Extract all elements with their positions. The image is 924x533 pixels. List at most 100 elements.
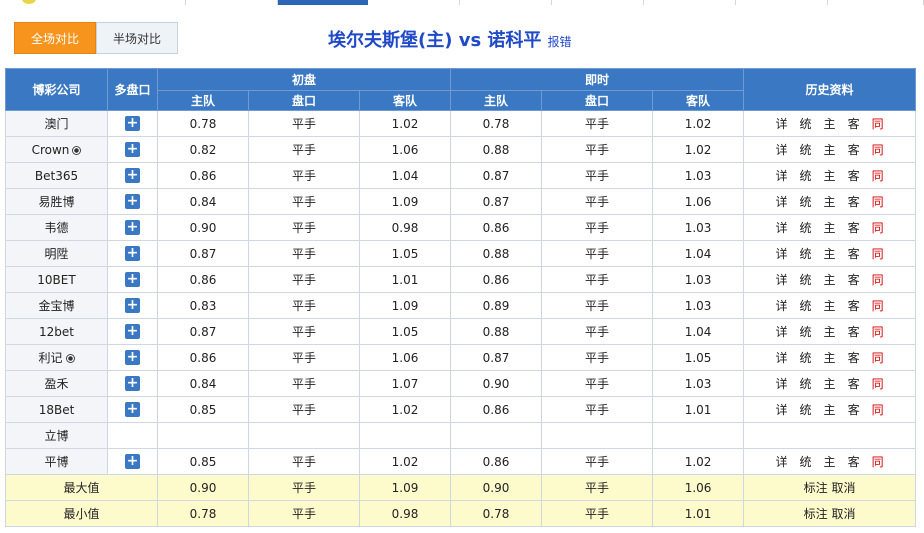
detail-link[interactable]: 详 [776, 193, 788, 210]
plus-icon[interactable]: + [125, 116, 140, 131]
company-cell[interactable]: 12bet [5, 318, 108, 345]
away-link[interactable]: 客 [848, 297, 860, 314]
plus-icon[interactable]: + [125, 350, 140, 365]
same-link[interactable]: 同 [872, 453, 884, 470]
detail-link[interactable]: 详 [776, 167, 788, 184]
same-link[interactable]: 同 [872, 193, 884, 210]
tab-half-match[interactable]: 半场对比 [96, 22, 178, 54]
detail-link[interactable]: 详 [776, 297, 788, 314]
company-cell[interactable]: 平博 [5, 448, 108, 475]
stats-link[interactable]: 统 [800, 375, 812, 392]
detail-link[interactable]: 详 [776, 323, 788, 340]
plus-icon[interactable]: + [125, 194, 140, 209]
cancel-link[interactable]: 取消 [831, 507, 855, 521]
home-link[interactable]: 主 [824, 297, 836, 314]
away-link[interactable]: 客 [848, 115, 860, 132]
home-link[interactable]: 主 [824, 271, 836, 288]
stats-link[interactable]: 统 [800, 245, 812, 262]
plus-icon[interactable]: + [125, 246, 140, 261]
detail-link[interactable]: 详 [776, 375, 788, 392]
away-link[interactable]: 客 [848, 271, 860, 288]
home-link[interactable]: 主 [824, 193, 836, 210]
same-link[interactable]: 同 [872, 323, 884, 340]
stats-link[interactable]: 统 [800, 297, 812, 314]
same-link[interactable]: 同 [872, 375, 884, 392]
away-link[interactable]: 客 [848, 375, 860, 392]
plus-icon[interactable]: + [125, 454, 140, 469]
company-cell[interactable]: 澳门 [5, 110, 108, 137]
home-link[interactable]: 主 [824, 323, 836, 340]
away-link[interactable]: 客 [848, 401, 860, 418]
plus-icon[interactable]: + [125, 168, 140, 183]
stats-link[interactable]: 统 [800, 271, 812, 288]
plus-icon[interactable]: + [125, 324, 140, 339]
mark-link[interactable]: 标注 [804, 481, 828, 495]
company-cell[interactable]: Crown [5, 136, 108, 163]
company-cell[interactable]: 10BET [5, 266, 108, 293]
same-link[interactable]: 同 [872, 245, 884, 262]
same-link[interactable]: 同 [872, 219, 884, 236]
company-cell[interactable]: Bet365 [5, 162, 108, 189]
company-cell[interactable]: 立博 [5, 422, 108, 449]
detail-link[interactable]: 详 [776, 141, 788, 158]
company-cell[interactable]: 韦德 [5, 214, 108, 241]
company-cell[interactable]: 金宝博 [5, 292, 108, 319]
stats-link[interactable]: 统 [800, 401, 812, 418]
company-cell[interactable]: 盈禾 [5, 370, 108, 397]
away-link[interactable]: 客 [848, 219, 860, 236]
detail-link[interactable]: 详 [776, 115, 788, 132]
home-link[interactable]: 主 [824, 349, 836, 366]
plus-icon[interactable]: + [125, 298, 140, 313]
cancel-link[interactable]: 取消 [831, 481, 855, 495]
same-link[interactable]: 同 [872, 141, 884, 158]
stats-link[interactable]: 统 [800, 323, 812, 340]
detail-link[interactable]: 详 [776, 401, 788, 418]
company-cell[interactable]: 18Bet [5, 396, 108, 423]
home-link[interactable]: 主 [824, 375, 836, 392]
company-cell[interactable]: 明陞 [5, 240, 108, 267]
away-link[interactable]: 客 [848, 349, 860, 366]
stats-link[interactable]: 统 [800, 141, 812, 158]
plus-icon[interactable]: + [125, 272, 140, 287]
home-link[interactable]: 主 [824, 167, 836, 184]
detail-link[interactable]: 详 [776, 271, 788, 288]
same-link[interactable]: 同 [872, 401, 884, 418]
report-error-link[interactable]: 报错 [547, 33, 571, 50]
same-link[interactable]: 同 [872, 115, 884, 132]
home-link[interactable]: 主 [824, 219, 836, 236]
plus-icon[interactable]: + [125, 142, 140, 157]
detail-link[interactable]: 详 [776, 453, 788, 470]
home-link[interactable]: 主 [824, 115, 836, 132]
away-link[interactable]: 客 [848, 245, 860, 262]
home-link[interactable]: 主 [824, 141, 836, 158]
plus-icon[interactable]: + [125, 220, 140, 235]
same-link[interactable]: 同 [872, 349, 884, 366]
stats-link[interactable]: 统 [800, 349, 812, 366]
mark-link[interactable]: 标注 [804, 507, 828, 521]
company-cell[interactable]: 易胜博 [5, 188, 108, 215]
home-link[interactable]: 主 [824, 401, 836, 418]
company-cell[interactable]: 利记 [5, 344, 108, 371]
stats-link[interactable]: 统 [800, 167, 812, 184]
same-link[interactable]: 同 [872, 271, 884, 288]
stats-link[interactable]: 统 [800, 115, 812, 132]
stats-link[interactable]: 统 [800, 219, 812, 236]
stats-link[interactable]: 统 [800, 453, 812, 470]
detail-link[interactable]: 详 [776, 219, 788, 236]
away-link[interactable]: 客 [848, 141, 860, 158]
away-link[interactable]: 客 [848, 453, 860, 470]
away-link[interactable]: 客 [848, 193, 860, 210]
home-link[interactable]: 主 [824, 453, 836, 470]
tab-full-match[interactable]: 全场对比 [14, 22, 96, 54]
away-link[interactable]: 客 [848, 323, 860, 340]
same-link[interactable]: 同 [872, 297, 884, 314]
plus-icon[interactable]: + [125, 376, 140, 391]
same-link[interactable]: 同 [872, 167, 884, 184]
plus-icon[interactable]: + [125, 402, 140, 417]
stats-link[interactable]: 统 [800, 193, 812, 210]
detail-link[interactable]: 详 [776, 349, 788, 366]
home-link[interactable]: 主 [824, 245, 836, 262]
detail-link[interactable]: 详 [776, 245, 788, 262]
away-link[interactable]: 客 [848, 167, 860, 184]
top-nav-segment [368, 0, 460, 5]
